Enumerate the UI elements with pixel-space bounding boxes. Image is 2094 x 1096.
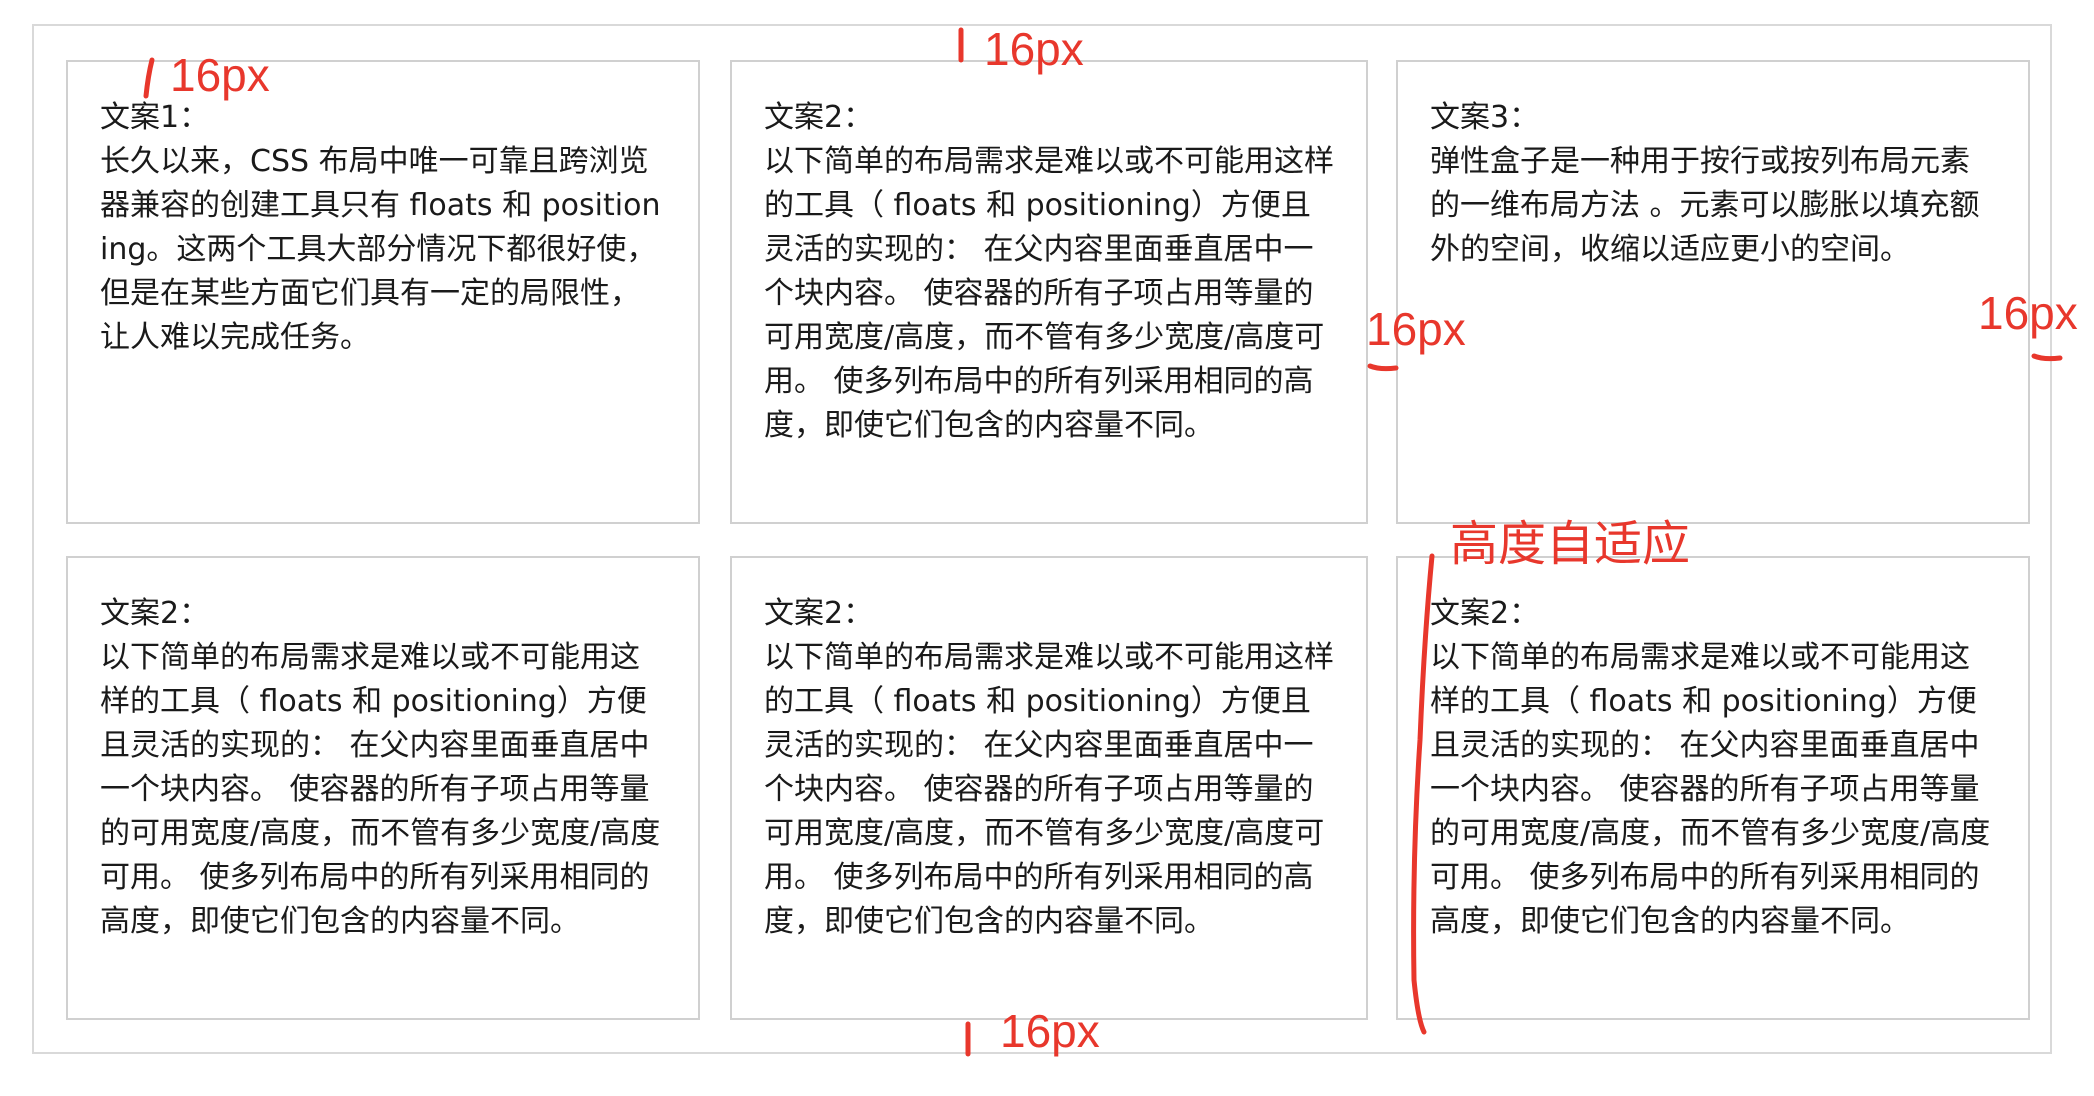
padding-annotation: 16px — [170, 49, 270, 101]
column-gap-tick-mark — [1367, 363, 1399, 372]
right-gap-annotation: 16px — [1978, 287, 2078, 339]
padding-tick-mark — [143, 57, 155, 99]
top-gap-annotation: 16px — [984, 23, 1084, 75]
right-gap-tick-mark — [2031, 353, 2063, 362]
height-bracket-mark — [1411, 553, 1435, 1035]
annotation-marks — [143, 27, 2063, 1057]
height-auto-annotation: 高度自适应 — [1450, 516, 1691, 572]
bottom-gap-annotation: 16px — [1000, 1005, 1100, 1057]
column-gap-annotation: 16px — [1366, 303, 1466, 355]
